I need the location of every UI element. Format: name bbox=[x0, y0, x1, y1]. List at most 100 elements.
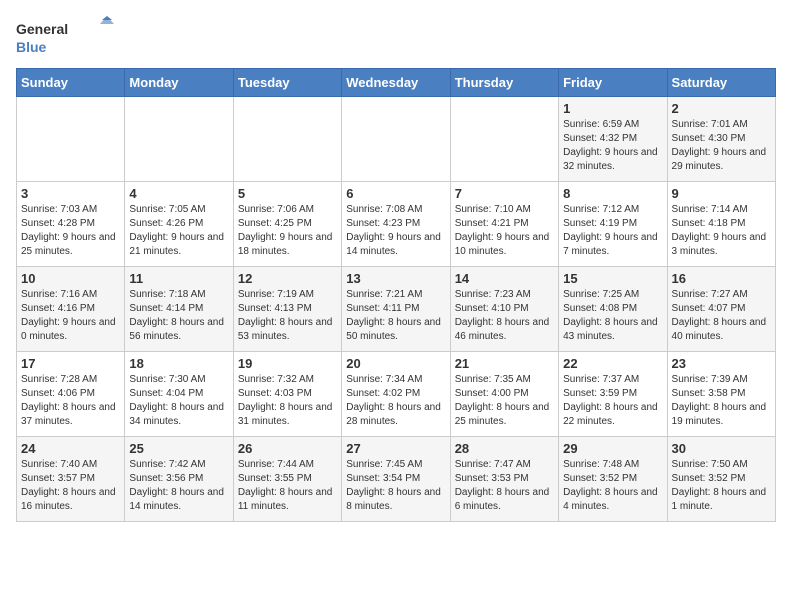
header-cell-tuesday: Tuesday bbox=[233, 69, 341, 97]
day-info: Sunrise: 7:01 AM Sunset: 4:30 PM Dayligh… bbox=[672, 118, 771, 174]
day-number: 12 bbox=[238, 271, 337, 286]
header-cell-friday: Friday bbox=[559, 69, 667, 97]
day-cell bbox=[450, 97, 558, 182]
calendar-body: 1Sunrise: 6:59 AM Sunset: 4:32 PM Daylig… bbox=[17, 97, 776, 522]
day-number: 7 bbox=[455, 186, 554, 201]
day-info: Sunrise: 7:27 AM Sunset: 4:07 PM Dayligh… bbox=[672, 288, 771, 344]
day-number: 16 bbox=[672, 271, 771, 286]
day-number: 18 bbox=[129, 356, 228, 371]
logo: General Blue bbox=[16, 16, 116, 60]
day-cell: 21 Sunrise: 7:35 AM Sunset: 4:00 PM Dayli… bbox=[450, 352, 558, 437]
day-info: Sunrise: 7:50 AM Sunset: 3:52 PM Dayligh… bbox=[672, 458, 771, 514]
calendar-table: SundayMondayTuesdayWednesdayThursdayFrid… bbox=[16, 68, 776, 522]
day-info: Sunrise: 7:47 AM Sunset: 3:53 PM Dayligh… bbox=[455, 458, 554, 514]
day-number: 1 bbox=[563, 101, 662, 116]
week-row-3: 10 Sunrise: 7:16 AM Sunset: 4:16 PM Dayli… bbox=[17, 267, 776, 352]
calendar-header-row: SundayMondayTuesdayWednesdayThursdayFrid… bbox=[17, 69, 776, 97]
day-info: Sunrise: 7:37 AM Sunset: 3:59 PM Dayligh… bbox=[563, 373, 662, 429]
day-cell: 28 Sunrise: 7:47 AM Sunset: 3:53 PM Dayli… bbox=[450, 437, 558, 522]
day-info: Sunrise: 7:28 AM Sunset: 4:06 PM Dayligh… bbox=[21, 373, 120, 429]
page-header: General Blue bbox=[16, 16, 776, 60]
day-info: Sunrise: 7:32 AM Sunset: 4:03 PM Dayligh… bbox=[238, 373, 337, 429]
day-info: Sunrise: 7:44 AM Sunset: 3:55 PM Dayligh… bbox=[238, 458, 337, 514]
day-number: 5 bbox=[238, 186, 337, 201]
day-cell: 29 Sunrise: 7:48 AM Sunset: 3:52 PM Dayli… bbox=[559, 437, 667, 522]
day-info: Sunrise: 7:39 AM Sunset: 3:58 PM Dayligh… bbox=[672, 373, 771, 429]
day-cell: 2 Sunrise: 7:01 AM Sunset: 4:30 PM Daylig… bbox=[667, 97, 775, 182]
day-info: Sunrise: 7:21 AM Sunset: 4:11 PM Dayligh… bbox=[346, 288, 445, 344]
day-number: 8 bbox=[563, 186, 662, 201]
day-number: 10 bbox=[21, 271, 120, 286]
day-info: Sunrise: 7:18 AM Sunset: 4:14 PM Dayligh… bbox=[129, 288, 228, 344]
day-cell: 16 Sunrise: 7:27 AM Sunset: 4:07 PM Dayli… bbox=[667, 267, 775, 352]
day-cell: 18Sunrise: 7:30 AM Sunset: 4:04 PM Dayli… bbox=[125, 352, 233, 437]
svg-text:General: General bbox=[16, 21, 68, 37]
day-number: 19 bbox=[238, 356, 337, 371]
day-cell: 30 Sunrise: 7:50 AM Sunset: 3:52 PM Dayli… bbox=[667, 437, 775, 522]
day-info: Sunrise: 7:03 AM Sunset: 4:28 PM Dayligh… bbox=[21, 203, 120, 259]
day-info: Sunrise: 7:19 AM Sunset: 4:13 PM Dayligh… bbox=[238, 288, 337, 344]
day-info: Sunrise: 7:42 AM Sunset: 3:56 PM Dayligh… bbox=[129, 458, 228, 514]
day-number: 6 bbox=[346, 186, 445, 201]
day-cell: 17 Sunrise: 7:28 AM Sunset: 4:06 PM Dayli… bbox=[17, 352, 125, 437]
header-cell-wednesday: Wednesday bbox=[342, 69, 450, 97]
svg-text:Blue: Blue bbox=[16, 39, 47, 55]
day-number: 30 bbox=[672, 441, 771, 456]
day-number: 20 bbox=[346, 356, 445, 371]
week-row-5: 24Sunrise: 7:40 AM Sunset: 3:57 PM Dayli… bbox=[17, 437, 776, 522]
day-number: 27 bbox=[346, 441, 445, 456]
day-cell: 3 Sunrise: 7:03 AM Sunset: 4:28 PM Daylig… bbox=[17, 182, 125, 267]
day-number: 29 bbox=[563, 441, 662, 456]
day-info: Sunrise: 7:25 AM Sunset: 4:08 PM Dayligh… bbox=[563, 288, 662, 344]
day-cell: 27 Sunrise: 7:45 AM Sunset: 3:54 PM Dayli… bbox=[342, 437, 450, 522]
day-cell: 25 Sunrise: 7:42 AM Sunset: 3:56 PM Dayli… bbox=[125, 437, 233, 522]
day-cell: 15Sunrise: 7:25 AM Sunset: 4:08 PM Dayli… bbox=[559, 267, 667, 352]
day-cell: 8Sunrise: 7:12 AM Sunset: 4:19 PM Daylig… bbox=[559, 182, 667, 267]
day-number: 25 bbox=[129, 441, 228, 456]
day-info: Sunrise: 7:35 AM Sunset: 4:00 PM Dayligh… bbox=[455, 373, 554, 429]
day-info: Sunrise: 7:05 AM Sunset: 4:26 PM Dayligh… bbox=[129, 203, 228, 259]
day-cell: 10 Sunrise: 7:16 AM Sunset: 4:16 PM Dayli… bbox=[17, 267, 125, 352]
day-cell bbox=[125, 97, 233, 182]
day-number: 26 bbox=[238, 441, 337, 456]
day-cell: 5 Sunrise: 7:06 AM Sunset: 4:25 PM Daylig… bbox=[233, 182, 341, 267]
day-info: Sunrise: 7:40 AM Sunset: 3:57 PM Dayligh… bbox=[21, 458, 120, 514]
day-info: Sunrise: 7:14 AM Sunset: 4:18 PM Dayligh… bbox=[672, 203, 771, 259]
day-cell: 12 Sunrise: 7:19 AM Sunset: 4:13 PM Dayli… bbox=[233, 267, 341, 352]
day-cell: 20 Sunrise: 7:34 AM Sunset: 4:02 PM Dayli… bbox=[342, 352, 450, 437]
header-cell-monday: Monday bbox=[125, 69, 233, 97]
header-cell-saturday: Saturday bbox=[667, 69, 775, 97]
day-info: Sunrise: 7:08 AM Sunset: 4:23 PM Dayligh… bbox=[346, 203, 445, 259]
day-info: Sunrise: 7:06 AM Sunset: 4:25 PM Dayligh… bbox=[238, 203, 337, 259]
day-cell: 26 Sunrise: 7:44 AM Sunset: 3:55 PM Dayli… bbox=[233, 437, 341, 522]
day-cell: 6 Sunrise: 7:08 AM Sunset: 4:23 PM Daylig… bbox=[342, 182, 450, 267]
day-number: 13 bbox=[346, 271, 445, 286]
day-number: 9 bbox=[672, 186, 771, 201]
day-cell: 24Sunrise: 7:40 AM Sunset: 3:57 PM Dayli… bbox=[17, 437, 125, 522]
day-number: 2 bbox=[672, 101, 771, 116]
header-cell-thursday: Thursday bbox=[450, 69, 558, 97]
day-number: 4 bbox=[129, 186, 228, 201]
day-number: 28 bbox=[455, 441, 554, 456]
day-info: Sunrise: 7:45 AM Sunset: 3:54 PM Dayligh… bbox=[346, 458, 445, 514]
day-number: 14 bbox=[455, 271, 554, 286]
day-cell: 11Sunrise: 7:18 AM Sunset: 4:14 PM Dayli… bbox=[125, 267, 233, 352]
day-number: 21 bbox=[455, 356, 554, 371]
day-cell bbox=[17, 97, 125, 182]
day-number: 23 bbox=[672, 356, 771, 371]
week-row-2: 3 Sunrise: 7:03 AM Sunset: 4:28 PM Daylig… bbox=[17, 182, 776, 267]
day-info: Sunrise: 7:34 AM Sunset: 4:02 PM Dayligh… bbox=[346, 373, 445, 429]
day-number: 3 bbox=[21, 186, 120, 201]
day-info: Sunrise: 7:16 AM Sunset: 4:16 PM Dayligh… bbox=[21, 288, 120, 344]
day-cell: 22 Sunrise: 7:37 AM Sunset: 3:59 PM Dayli… bbox=[559, 352, 667, 437]
day-cell: 23 Sunrise: 7:39 AM Sunset: 3:58 PM Dayli… bbox=[667, 352, 775, 437]
logo-text: General Blue bbox=[16, 16, 116, 60]
day-number: 22 bbox=[563, 356, 662, 371]
day-cell bbox=[233, 97, 341, 182]
week-row-1: 1Sunrise: 6:59 AM Sunset: 4:32 PM Daylig… bbox=[17, 97, 776, 182]
day-cell: 9 Sunrise: 7:14 AM Sunset: 4:18 PM Daylig… bbox=[667, 182, 775, 267]
logo-svg: General Blue bbox=[16, 16, 116, 60]
day-info: Sunrise: 7:48 AM Sunset: 3:52 PM Dayligh… bbox=[563, 458, 662, 514]
day-number: 17 bbox=[21, 356, 120, 371]
day-info: Sunrise: 7:10 AM Sunset: 4:21 PM Dayligh… bbox=[455, 203, 554, 259]
